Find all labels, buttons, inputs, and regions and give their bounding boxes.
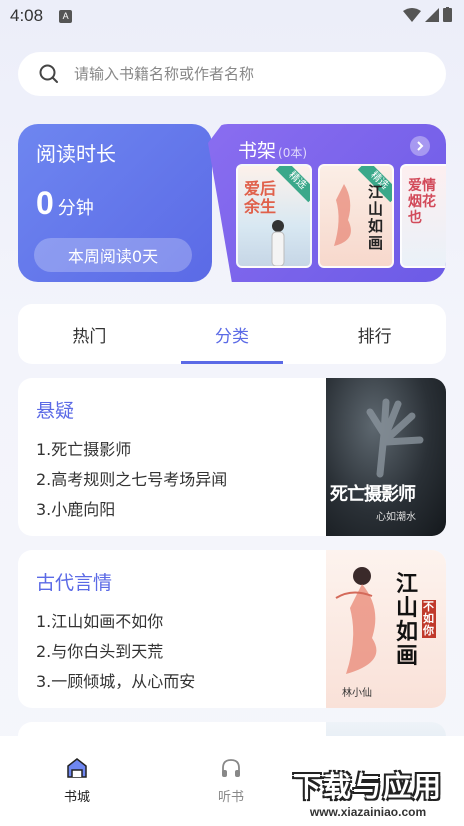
cover-author-text: 心如潮水: [376, 512, 416, 523]
book-item[interactable]: 1.死亡摄影师: [36, 436, 131, 460]
search-bar[interactable]: [18, 52, 446, 96]
bookshelf-header: 书架 (0本): [238, 136, 307, 163]
cover-author-text: 林小仙: [342, 688, 372, 699]
wifi-icon: [403, 7, 421, 22]
shelf-book-3[interactable]: 爱情烟花也: [400, 164, 446, 268]
cover-figure-image: [335, 567, 377, 674]
nav-book-store-label: 书城: [63, 790, 90, 805]
reading-minutes: 0 分钟: [36, 185, 194, 222]
reading-minutes-value: 0: [36, 185, 54, 221]
bookshelf-title: 书架: [238, 140, 277, 162]
headphones-icon: [222, 759, 240, 777]
nav-book-store[interactable]: 书城: [0, 756, 154, 826]
shelf-book-1-title: 爱后余生: [244, 179, 277, 216]
category-title: 悬疑: [36, 400, 75, 422]
chevron-right-icon: [417, 141, 424, 151]
tab-category[interactable]: 分类: [161, 304, 304, 364]
reading-time-title: 阅读时长: [36, 142, 116, 166]
nav-audiobook-label: 听书: [217, 790, 244, 805]
battery-icon: [443, 7, 452, 22]
bookshelf-count: (0本): [278, 146, 308, 160]
watermark-url: www.xiazainiao.com: [309, 805, 427, 819]
category-cover-image[interactable]: 死亡摄影师 心如潮水: [326, 378, 446, 536]
notification-icon: A: [59, 9, 73, 23]
book-item[interactable]: 2.与你白头到天荒: [36, 638, 163, 662]
tab-ranking[interactable]: 排行: [303, 304, 446, 364]
category-card-suspense[interactable]: 悬疑 1.死亡摄影师 2.高考规则之七号考场异闻 3.小鹿向阳 死亡摄影师 心如…: [18, 378, 446, 536]
cover-figure-image: [271, 220, 285, 266]
bookshelf-card[interactable]: 书架 (0本) 精选 爱后余生 精选 江山如画 爱情烟花也: [208, 124, 446, 282]
search-icon: [39, 64, 58, 83]
status-icons: [403, 7, 452, 22]
reading-minutes-unit: 分钟: [57, 198, 94, 219]
watermark-logo: 下载与应用 www.xiazainiao.com: [276, 760, 460, 824]
cover-title-text: 死亡摄影师: [330, 484, 416, 505]
status-time: 4:08: [10, 6, 44, 25]
shelf-book-2[interactable]: 精选 江山如画: [318, 164, 394, 268]
book-item[interactable]: 2.高考规则之七号考场异闻: [36, 466, 227, 490]
search-input[interactable]: [74, 65, 394, 83]
book-item[interactable]: 3.小鹿向阳: [36, 496, 115, 520]
category-tabs: 热门 分类 排行: [18, 304, 446, 364]
category-cover-image[interactable]: 江山如画 不如你 林小仙: [326, 550, 446, 708]
shelf-book-1[interactable]: 精选 爱后余生: [236, 164, 312, 268]
cover-subtitle-text: 不如你: [422, 600, 436, 638]
book-item[interactable]: 3.一顾倾城，从心而安: [36, 668, 195, 692]
cover-hand-image: [366, 398, 424, 478]
category-title: 古代言情: [36, 572, 113, 594]
signal-icon: [425, 7, 439, 22]
weekly-reading-button[interactable]: 本周阅读0天: [34, 238, 192, 272]
status-bar: 4:08 A: [0, 0, 464, 32]
shelf-book-3-title: 爱情烟花也: [408, 178, 436, 226]
category-card-ancient-romance[interactable]: 古代言情 1.江山如画不如你 2.与你白头到天荒 3.一顾倾城，从心而安 江山如…: [18, 550, 446, 708]
watermark-title: 下载与应用: [292, 770, 443, 803]
cover-title-text: 江山如画: [396, 571, 419, 669]
shelf-book-2-title: 江山如画: [368, 183, 384, 252]
cover-figure-image: [334, 184, 351, 246]
book-store-icon: [67, 758, 87, 778]
reading-time-card[interactable]: 阅读时长 0 分钟 本周阅读0天: [18, 124, 212, 282]
bookshelf-arrow-button[interactable]: [410, 136, 430, 156]
book-item[interactable]: 1.江山如画不如你: [36, 608, 163, 632]
tab-hot[interactable]: 热门: [18, 304, 161, 364]
